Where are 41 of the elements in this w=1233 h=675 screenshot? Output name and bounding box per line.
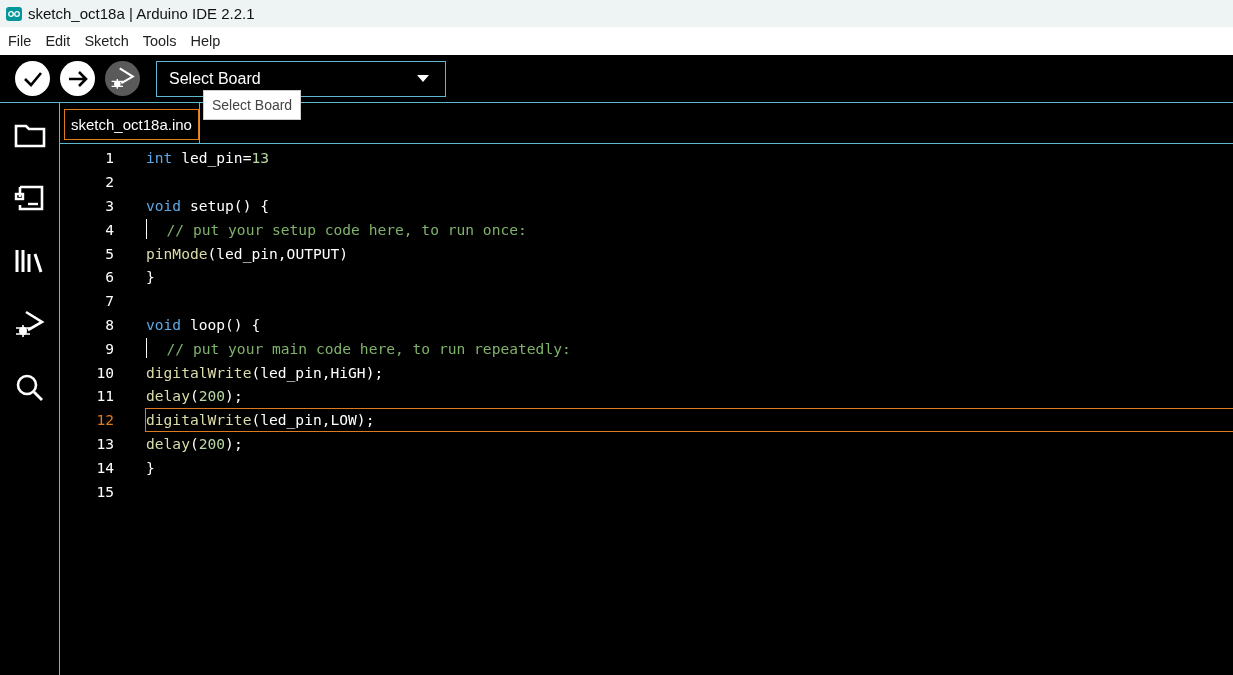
app-logo-icon bbox=[6, 6, 22, 21]
caret-icon bbox=[417, 74, 429, 83]
code-line: void loop() { bbox=[145, 315, 262, 335]
line-number: 6 bbox=[104, 268, 114, 286]
debug-icon bbox=[109, 65, 136, 92]
line-number: 15 bbox=[95, 482, 114, 500]
line-number: 5 bbox=[104, 244, 114, 262]
line-number: 4 bbox=[104, 220, 114, 238]
code-line: delay(200); bbox=[145, 386, 244, 407]
line-number: 11 bbox=[95, 387, 114, 405]
menu-item[interactable]: Tools bbox=[142, 33, 177, 49]
line-number: 8 bbox=[104, 315, 114, 333]
code-line: void setup() { bbox=[145, 196, 271, 216]
line-number: 2 bbox=[104, 173, 114, 191]
board-select[interactable]: Select Board bbox=[156, 60, 446, 97]
line-number: 12 bbox=[95, 411, 114, 429]
tooltip: Select Board bbox=[203, 90, 302, 120]
line-number: 14 bbox=[95, 458, 114, 476]
code-line: digitalWrite(led_pin,HiGH); bbox=[145, 362, 385, 384]
line-number: 7 bbox=[104, 292, 114, 310]
code-line: int led_pin=13 bbox=[145, 148, 270, 169]
code-line: pinMode(led_pin,OUTPUT) bbox=[145, 243, 350, 265]
line-number: 10 bbox=[95, 363, 114, 381]
code-line: digitalWrite(led_pin,LOW); bbox=[145, 407, 1233, 432]
menu-item[interactable]: File bbox=[8, 33, 32, 49]
menu-item[interactable]: Help bbox=[190, 33, 221, 49]
verify-button[interactable] bbox=[15, 61, 50, 96]
line-number: 3 bbox=[104, 197, 114, 214]
file-tab[interactable]: sketch_oct18a.ino bbox=[64, 109, 199, 140]
upload-button[interactable] bbox=[60, 61, 95, 96]
line-number: 9 bbox=[104, 339, 114, 357]
line-number: 13 bbox=[95, 434, 114, 452]
code-line: // put your main code here, to run repeatedly: bbox=[145, 336, 1233, 361]
window-title: sketch_oct18a | Arduino IDE 2.2.1 bbox=[28, 5, 255, 22]
code-line: } bbox=[145, 267, 156, 288]
menu-item[interactable]: Edit bbox=[45, 33, 71, 49]
code-line: // put your setup code here, to run once: bbox=[145, 217, 1233, 242]
line-number: 1 bbox=[104, 149, 114, 167]
menu-item[interactable]: Sketch bbox=[84, 33, 129, 49]
code-line: delay(200); bbox=[145, 433, 244, 454]
code-line: } bbox=[145, 457, 156, 478]
